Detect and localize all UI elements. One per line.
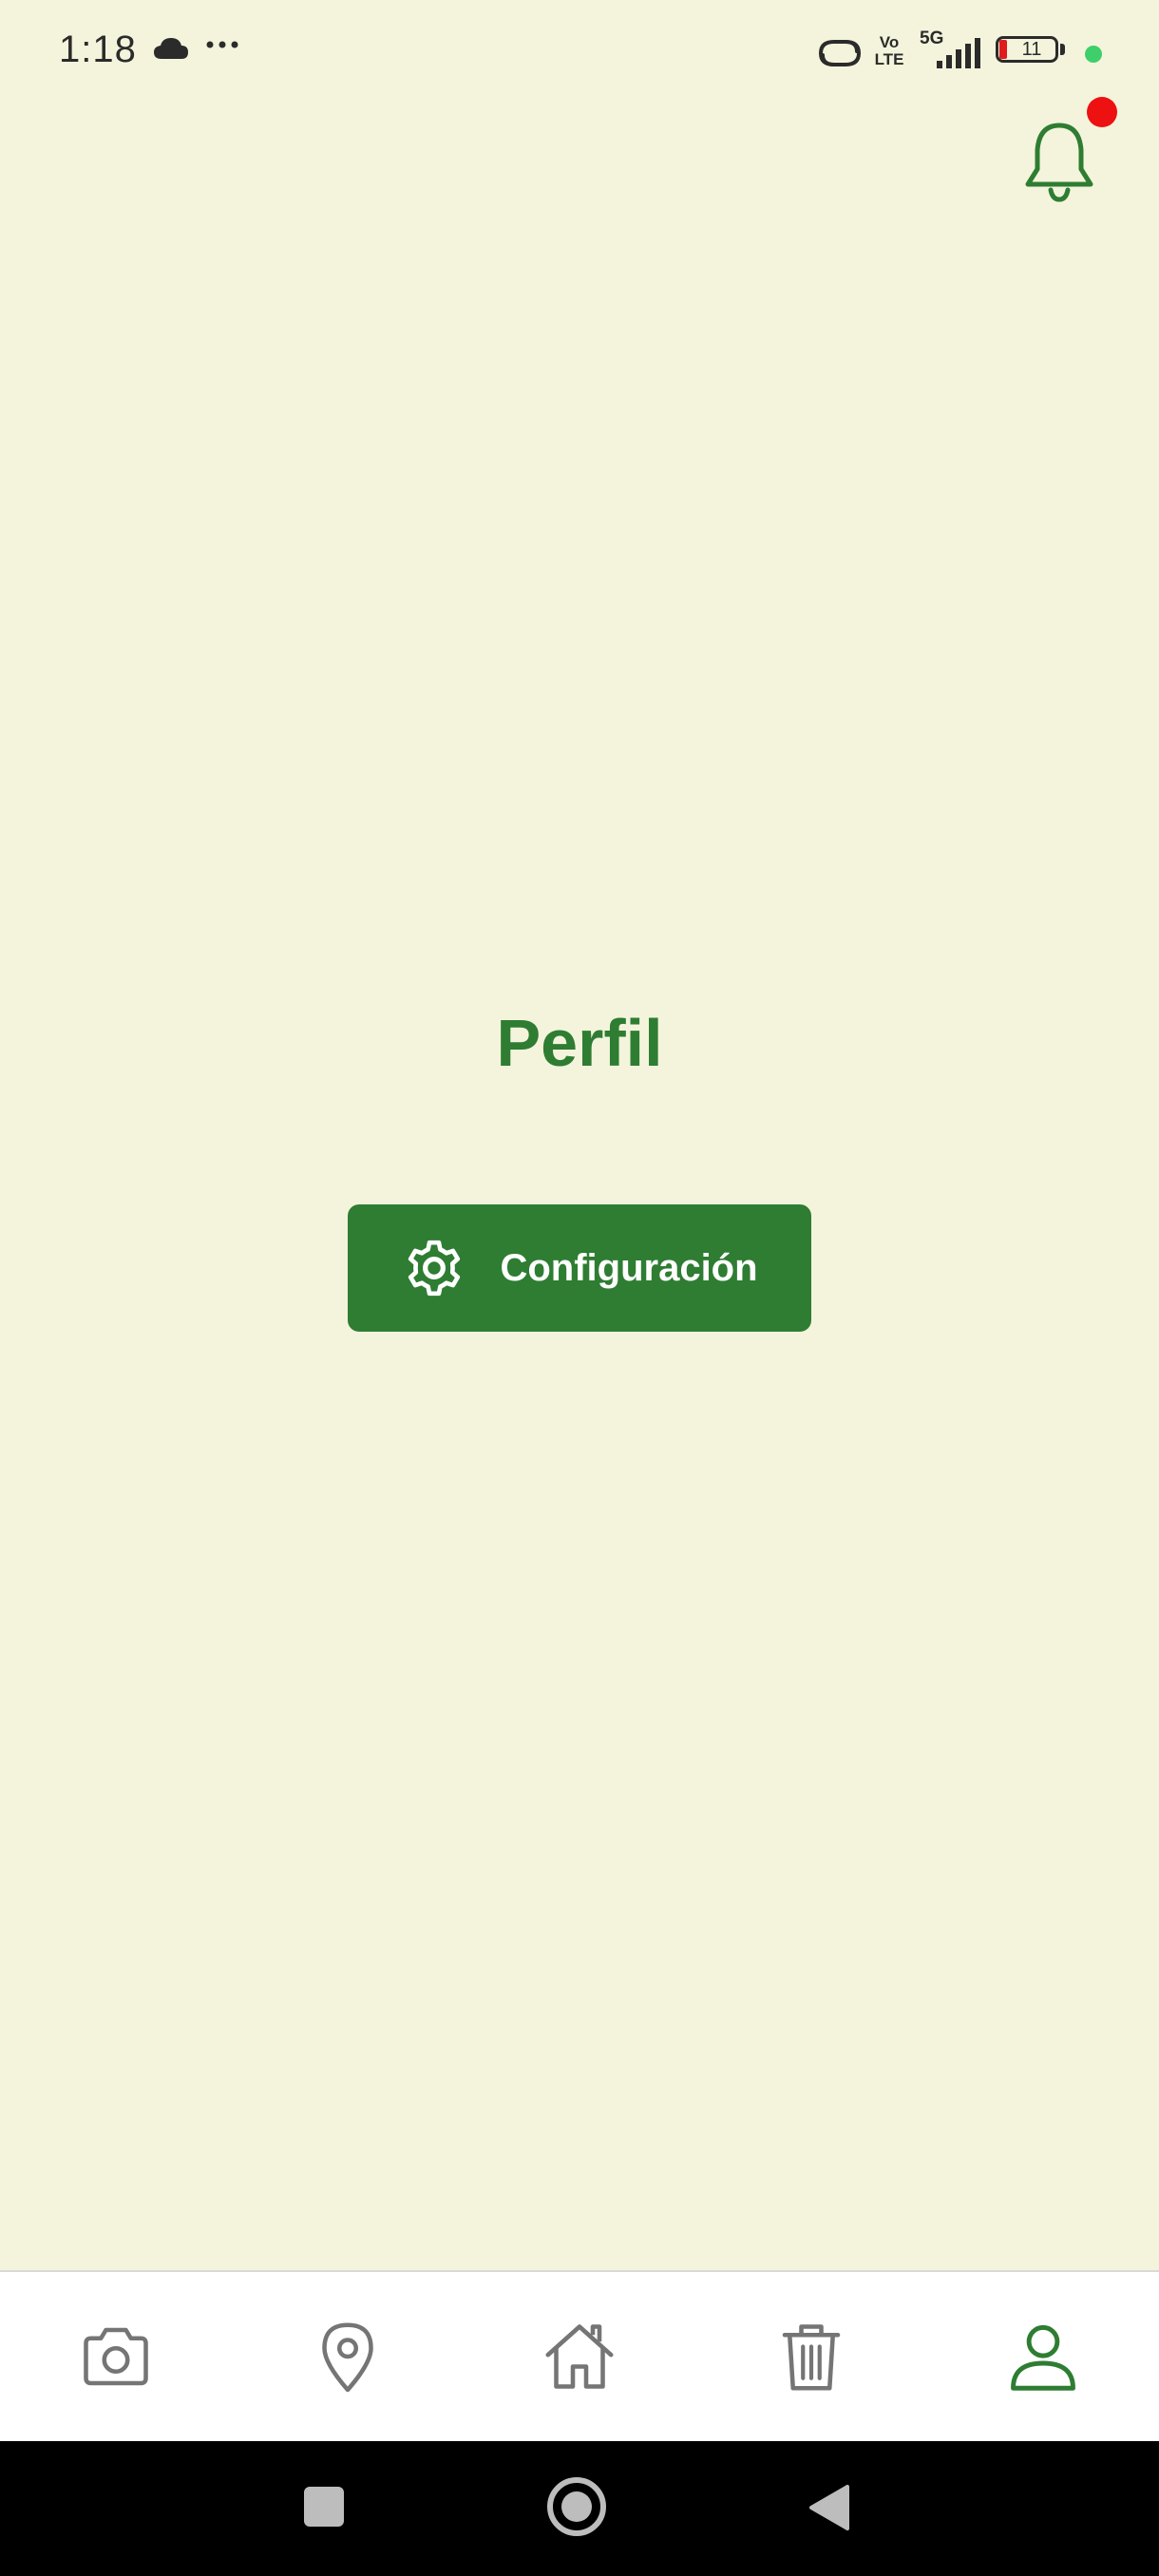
back-button[interactable]	[808, 2483, 851, 2532]
system-navigation-bar	[0, 2441, 1159, 2576]
nav-profile[interactable]	[927, 2272, 1159, 2441]
gear-icon	[408, 1240, 461, 1297]
status-time: 1:18	[59, 28, 137, 70]
profile-screen: 1:18 Vo LTE 5G 11 Perfil Configuración	[0, 0, 1159, 2576]
battery-indicator: 11	[996, 36, 1068, 66]
settings-button-label: Configuración	[500, 1246, 758, 1289]
system-home-dot	[561, 2491, 592, 2522]
volte-text: Vo LTE	[874, 33, 904, 68]
signal-icon	[937, 38, 980, 68]
battery-tip	[1060, 44, 1065, 55]
recent-apps-button[interactable]	[304, 2487, 344, 2527]
home-icon	[545, 2324, 614, 2389]
privacy-dot	[1085, 46, 1102, 63]
volte-label: Vo LTE	[870, 34, 908, 68]
notifications-button[interactable]	[1016, 112, 1102, 207]
link-icon	[818, 40, 862, 66]
camera-icon	[84, 2327, 148, 2386]
battery-fill	[999, 40, 1007, 59]
status-icons: Vo LTE 5G 11	[779, 0, 1159, 106]
nav-trash[interactable]	[695, 2272, 927, 2441]
bell-icon	[1025, 123, 1093, 202]
page-title: Perfil	[496, 1006, 663, 1080]
battery-level: 11	[1021, 39, 1042, 60]
user-icon	[1011, 2324, 1075, 2391]
bottom-navigation	[0, 2270, 1159, 2441]
cloud-icon	[154, 38, 188, 59]
nav-location[interactable]	[232, 2272, 464, 2441]
nav-home[interactable]	[464, 2272, 695, 2441]
status-bar: 1:18 Vo LTE 5G 11	[0, 0, 1159, 106]
system-home-button[interactable]	[547, 2477, 606, 2536]
location-pin-icon	[322, 2322, 373, 2393]
trash-icon	[782, 2324, 841, 2391]
more-dots-icon	[206, 41, 238, 48]
notification-badge	[1087, 97, 1117, 127]
settings-button[interactable]: Configuración	[348, 1204, 811, 1332]
nav-camera[interactable]	[0, 2272, 232, 2441]
